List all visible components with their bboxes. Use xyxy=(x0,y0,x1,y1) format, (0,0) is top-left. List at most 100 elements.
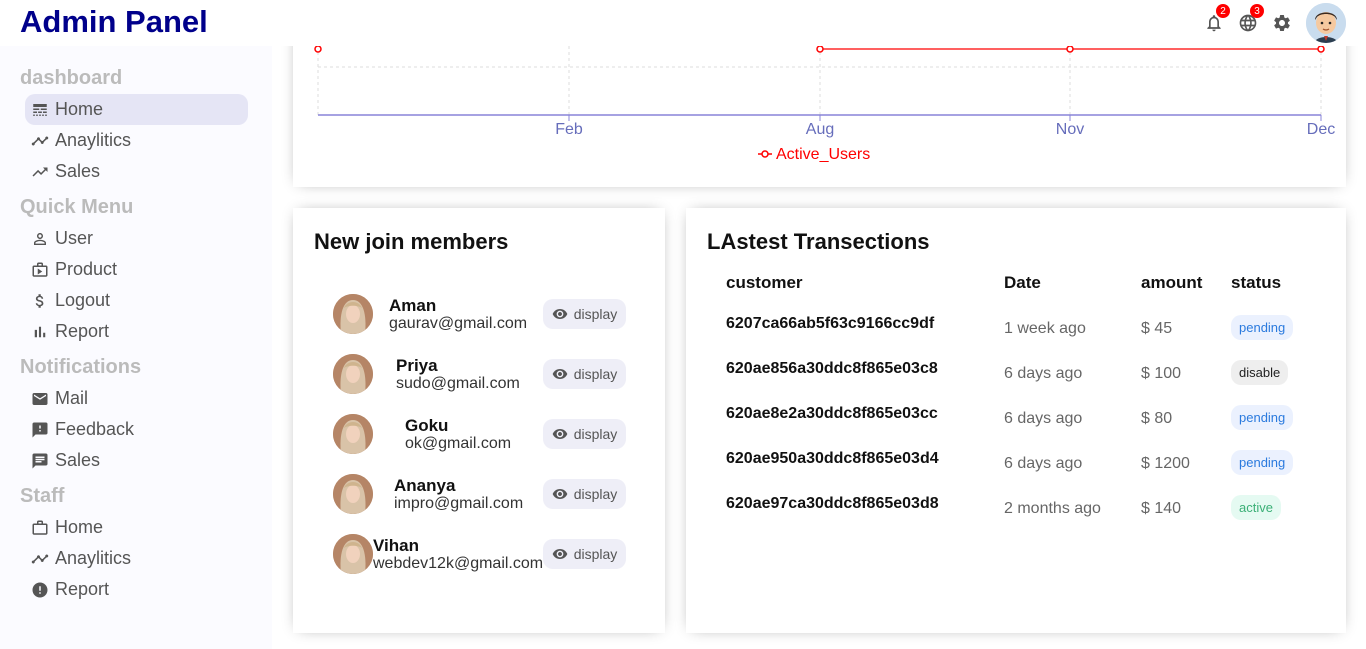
status-badge[interactable]: active xyxy=(1231,495,1281,520)
status-badge[interactable]: pending xyxy=(1231,450,1294,475)
visibility-icon xyxy=(552,489,568,499)
timeline-icon xyxy=(31,132,49,150)
sidebar-item-user[interactable]: User xyxy=(25,223,248,254)
storefront-icon xyxy=(31,261,49,279)
sidebar-item-analytics[interactable]: Anaylitics xyxy=(25,125,248,156)
column-header-status[interactable]: status xyxy=(1231,273,1281,293)
customer-cell: 620ae856a30ddc8f865e03c8 xyxy=(726,360,938,377)
date-cell: 1 week ago xyxy=(1004,320,1086,337)
sidebar-item-label: Anaylitics xyxy=(55,130,132,150)
notifications-icon[interactable]: 2 xyxy=(1204,4,1230,33)
visibility-icon xyxy=(552,309,568,319)
status-badge[interactable]: pending xyxy=(1231,315,1294,340)
app-logo[interactable]: Admin Panel xyxy=(20,4,208,40)
display-button[interactable]: display xyxy=(543,539,626,569)
sidebar-item-product[interactable]: Product xyxy=(25,254,248,285)
table-row[interactable]: 620ae8e2a30ddc8f865e03cc 6 days ago $ 80 pe… xyxy=(686,401,1346,446)
sidebar-item-staff-report[interactable]: Report xyxy=(25,574,248,605)
sidebar-section-title: Quick Menu xyxy=(20,196,134,218)
sidebar-item-label: User xyxy=(55,228,94,248)
settings-icon[interactable] xyxy=(1272,13,1292,33)
topbar: Admin Panel 2 3 xyxy=(0,0,1366,46)
member-info: Vihan webdev12k@gmail.com xyxy=(373,536,543,573)
notification-badge: 2 xyxy=(1216,4,1230,18)
line-style-icon xyxy=(31,101,49,119)
trending-up-icon xyxy=(31,163,49,181)
amount-cell: $ 140 xyxy=(1141,500,1182,517)
language-icon[interactable]: 3 xyxy=(1238,4,1264,33)
table-row[interactable]: 620ae97ca30ddc8f865e03d8 2 months ago $ 14… xyxy=(686,491,1346,536)
amount-cell: $ 80 xyxy=(1141,410,1173,427)
member-name: Vihan xyxy=(373,535,419,555)
display-button[interactable]: display xyxy=(543,299,626,329)
chart-grid xyxy=(317,46,1322,115)
column-header-date[interactable]: Date xyxy=(1004,273,1041,293)
sidebar-item-report[interactable]: Report xyxy=(25,316,248,347)
profile-avatar[interactable] xyxy=(1306,3,1346,43)
member-name: Ananya xyxy=(394,475,456,495)
series-point xyxy=(314,45,322,53)
sidebar-item-label: Anaylitics xyxy=(55,548,132,568)
timeline-icon xyxy=(31,550,49,568)
sidebar-item-home[interactable]: Home xyxy=(25,94,248,125)
status-badge[interactable]: pending xyxy=(1231,405,1294,430)
sidebar-item-mail[interactable]: Mail xyxy=(25,383,248,414)
chart-legend: Active_Users xyxy=(758,146,870,163)
member-email: sudo@gmail.com xyxy=(396,374,520,392)
sidebar-section-title: Staff xyxy=(20,485,65,507)
status-badge[interactable]: disable xyxy=(1231,360,1289,385)
legend-label: Active_Users xyxy=(776,146,870,163)
sidebar-section-notifications: Notifications Mail Feedback Sales xyxy=(20,352,272,476)
sidebar-item-label: Report xyxy=(55,579,110,599)
x-tick-label: Nov xyxy=(1056,121,1084,138)
transactions-title: LAstest Transections xyxy=(707,229,930,254)
member-name: Goku xyxy=(405,415,449,435)
member-avatar xyxy=(333,474,373,514)
sidebar-item-label: Logout xyxy=(55,290,111,310)
sidebar-item-label: Report xyxy=(55,321,110,341)
display-button[interactable]: display xyxy=(543,359,626,389)
chat-icon xyxy=(31,452,49,470)
sidebar-section-quick-menu: Quick Menu User Product Logout Report xyxy=(20,192,272,347)
member-avatar xyxy=(333,414,373,454)
member-email: ok@gmail.com xyxy=(405,434,512,452)
member-email: webdev12k@gmail.com xyxy=(373,554,544,572)
display-button-label: display xyxy=(573,546,618,562)
display-button[interactable]: display xyxy=(543,479,626,509)
table-row[interactable]: 620ae856a30ddc8f865e03c8 6 days ago $ 100 d… xyxy=(686,356,1346,401)
series-point xyxy=(1066,45,1074,53)
bar-chart-icon xyxy=(31,323,49,341)
sidebar-item-logout[interactable]: Logout xyxy=(25,285,248,316)
x-axis-ticks: Feb Aug Nov Dec xyxy=(555,115,1335,138)
person-outline-icon xyxy=(31,230,49,248)
display-button-label: display xyxy=(573,306,618,322)
member-row: Aman gaurav@gmail.com xyxy=(333,294,527,334)
date-cell: 2 months ago xyxy=(1004,500,1101,517)
sidebar-item-sales[interactable]: Sales xyxy=(25,156,248,187)
customer-cell: 6207ca66ab5f63c9166cc9df xyxy=(726,315,935,332)
amount-cell: $ 100 xyxy=(1141,365,1182,382)
topbar-icons: 2 3 xyxy=(1204,2,1346,44)
x-tick-label: Aug xyxy=(806,121,834,138)
language-badge: 3 xyxy=(1250,4,1264,18)
display-button[interactable]: display xyxy=(543,419,626,449)
table-row[interactable]: 6207ca66ab5f63c9166cc9df 1 week ago $ 45 pe… xyxy=(686,311,1346,356)
legend-marker xyxy=(761,150,769,158)
table-row[interactable]: 620ae950a30ddc8f865e03d4 6 days ago $ 1200… xyxy=(686,446,1346,491)
sidebar-item-staff-home[interactable]: Home xyxy=(25,512,248,543)
customer-cell: 620ae8e2a30ddc8f865e03cc xyxy=(726,405,938,422)
error-icon xyxy=(31,581,49,599)
visibility-icon xyxy=(552,549,568,559)
sidebar-item-staff-analytics[interactable]: Anaylitics xyxy=(25,543,248,574)
sidebar-item-sales-messages[interactable]: Sales xyxy=(25,445,248,476)
member-info: Goku ok@gmail.com xyxy=(405,416,511,453)
visibility-icon xyxy=(552,369,568,379)
customer-cell: 620ae97ca30ddc8f865e03d8 xyxy=(726,495,939,512)
sidebar-item-feedback[interactable]: Feedback xyxy=(25,414,248,445)
feedback-icon xyxy=(31,421,49,439)
sidebar-section-dashboard: dashboard Home Anaylitics Sales xyxy=(20,63,272,187)
dollar-icon xyxy=(31,292,49,310)
visibility-icon xyxy=(552,429,568,439)
column-header-amount[interactable]: amount xyxy=(1141,273,1202,293)
column-header-customer[interactable]: customer xyxy=(726,273,803,293)
